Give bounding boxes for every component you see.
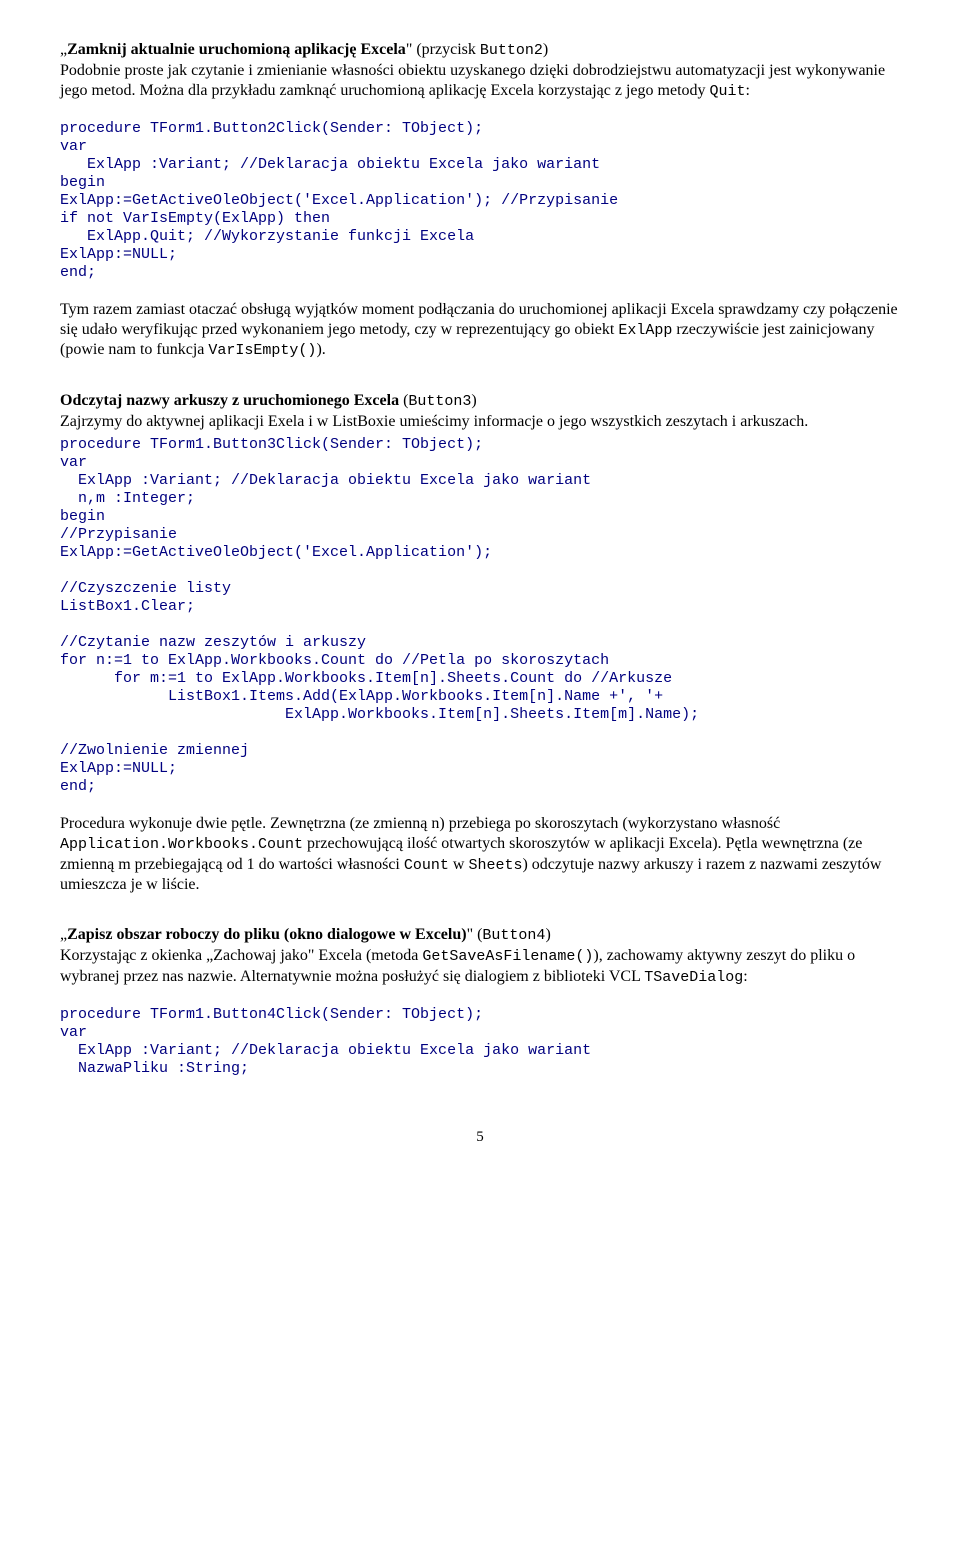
sec1-title: Zamknij aktualnie uruchomioną aplikację … — [67, 41, 406, 58]
sec1-p2-c2: VarIsEmpty() — [208, 342, 316, 359]
sec2-p1: Zajrzymy do aktywnej aplikacji Exela i w… — [60, 412, 900, 432]
sec2-p2: Procedura wykonuje dwie pętle. Zewnętrzn… — [60, 814, 900, 896]
sec3-heading: „Zapisz obszar roboczy do pliku (okno di… — [60, 925, 900, 946]
sec1-p1-text: Podobnie proste jak czytanie i zmieniani… — [60, 62, 885, 99]
sec3-title: Zapisz obszar roboczy do pliku (okno dia… — [67, 926, 466, 943]
page-number: 5 — [60, 1128, 900, 1147]
sec3-p1-c1: GetSaveAsFilename() — [422, 948, 593, 965]
sec2-p2a: Procedura wykonuje dwie pętle. Zewnętrzn… — [60, 815, 780, 832]
sec3-btn-code: Button4 — [482, 927, 545, 944]
sec2-heading: Odczytaj nazwy arkuszy z uruchomionego E… — [60, 391, 900, 412]
sec1-p1-end: : — [746, 82, 750, 99]
sec2-codeblock: procedure TForm1.Button3Click(Sender: TO… — [60, 436, 900, 796]
sec2-post: ( — [399, 392, 408, 409]
sec1-p2c: ). — [316, 341, 325, 358]
sec2-btn-code: Button3 — [408, 393, 471, 410]
sec2-p2c: w — [449, 856, 469, 873]
sec1-codeblock: procedure TForm1.Button2Click(Sender: TO… — [60, 120, 900, 282]
sec3-p1a: Korzystając z okienka „Zachowaj jako" Ex… — [60, 947, 422, 964]
sec3-codeblock: procedure TForm1.Button4Click(Sender: TO… — [60, 1006, 900, 1078]
sec1-post: " (przycisk — [406, 41, 480, 58]
sec1-btn-code: Button2 — [480, 42, 543, 59]
sec2-p2-c1: Application.Workbooks.Count — [60, 836, 303, 853]
sec2-p2-c2: Count — [404, 857, 449, 874]
sec1-p2: Tym razem zamiast otaczać obsługą wyjątk… — [60, 300, 900, 362]
sec3-end: ) — [545, 926, 550, 943]
sec1-end: ) — [543, 41, 548, 58]
sec2-title: Odczytaj nazwy arkuszy z uruchomionego E… — [60, 392, 399, 409]
sec3-post: " ( — [467, 926, 483, 943]
sec2-p2-c3: Sheets — [468, 857, 522, 874]
sec2-end: ) — [471, 392, 476, 409]
sec3-p1-c2: TSaveDialog — [644, 969, 743, 986]
sec3-p1c: : — [743, 968, 747, 985]
sec1-p1-code: Quit — [710, 83, 746, 100]
sec1-p1: Podobnie proste jak czytanie i zmieniani… — [60, 61, 900, 102]
sec1-heading: „Zamknij aktualnie uruchomioną aplikację… — [60, 40, 900, 61]
sec3-p1: Korzystając z okienka „Zachowaj jako" Ex… — [60, 946, 900, 988]
sec1-p2-c1: ExlApp — [618, 322, 672, 339]
